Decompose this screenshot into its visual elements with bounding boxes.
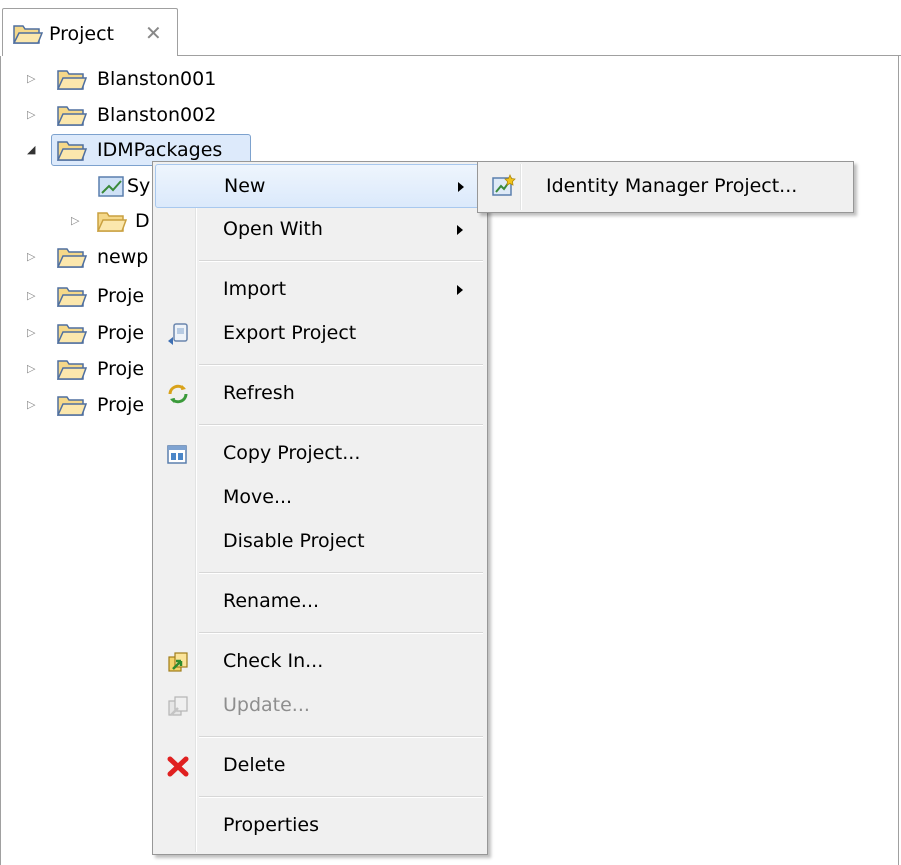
menu-separator xyxy=(199,572,483,574)
system-icon xyxy=(98,176,124,197)
folder-icon xyxy=(57,106,87,126)
tree-item-label: Proje xyxy=(97,358,145,380)
export-icon xyxy=(168,323,188,345)
close-icon[interactable]: ✕ xyxy=(145,21,162,45)
menu-item-label: Open With xyxy=(223,218,323,240)
menu-separator xyxy=(199,424,483,426)
menu-item-refresh[interactable]: Refresh xyxy=(155,372,485,416)
new-submenu: Identity Manager Project... xyxy=(477,161,854,213)
tree-item-label: Proje xyxy=(97,394,145,416)
delete-icon xyxy=(167,756,189,777)
expand-icon[interactable]: ▷ xyxy=(27,362,41,376)
tree-item-label: D xyxy=(135,210,150,232)
tree-item-label: newp xyxy=(97,246,149,268)
menu-item-update[interactable]: Update... xyxy=(155,684,485,728)
expand-icon[interactable]: ▷ xyxy=(27,326,41,340)
menu-separator xyxy=(199,736,483,738)
view-tab-bar: Project ✕ xyxy=(0,0,901,56)
tree-item-label: Proje xyxy=(97,322,145,344)
folder-icon xyxy=(57,248,87,268)
menu-item-move[interactable]: Move... xyxy=(155,476,485,520)
menu-separator xyxy=(199,632,483,634)
menu-separator xyxy=(199,796,483,798)
tree-item-label: Proje xyxy=(97,285,145,307)
tree-item-blanston002[interactable]: ▷ Blanston002 xyxy=(1,99,401,133)
menu-item-rename[interactable]: Rename... xyxy=(155,580,485,624)
menu-item-label: Delete xyxy=(223,754,286,776)
tree-item-label: Blanston001 xyxy=(97,68,217,90)
menu-item-label: Rename... xyxy=(223,590,320,612)
tree-item-label: IDMPackages xyxy=(97,139,223,161)
context-menu: New Open With Import Export Project Refr… xyxy=(152,161,488,855)
menu-item-label: Identity Manager Project... xyxy=(546,175,798,197)
menu-item-identity-manager-project[interactable]: Identity Manager Project... xyxy=(480,164,851,210)
menu-item-new[interactable]: New xyxy=(155,164,485,208)
menu-item-label: New xyxy=(224,175,266,197)
folder-icon xyxy=(57,396,87,416)
folder-icon xyxy=(57,70,87,90)
folder-icon xyxy=(97,212,127,232)
identity-manager-project-icon xyxy=(492,173,516,196)
menu-item-label: Copy Project... xyxy=(223,442,361,464)
tree-item-label: Blanston002 xyxy=(97,104,217,126)
menu-item-open-with[interactable]: Open With xyxy=(155,208,485,252)
menu-item-disable-project[interactable]: Disable Project xyxy=(155,520,485,564)
folder-icon xyxy=(57,287,87,307)
tab-title: Project xyxy=(49,23,115,45)
menu-item-label: Export Project xyxy=(223,322,357,344)
menu-item-delete[interactable]: Delete xyxy=(155,744,485,788)
project-view-tab[interactable]: Project ✕ xyxy=(2,8,178,56)
expand-icon[interactable]: ▷ xyxy=(27,108,41,122)
update-icon xyxy=(168,696,188,716)
menu-item-properties[interactable]: Properties xyxy=(155,804,485,848)
menu-item-label: Check In... xyxy=(223,650,324,672)
menu-item-label: Move... xyxy=(223,486,293,508)
expand-icon[interactable]: ▷ xyxy=(27,289,41,303)
submenu-arrow-icon xyxy=(457,285,463,295)
menu-item-export-project[interactable]: Export Project xyxy=(155,312,485,356)
menu-item-import[interactable]: Import xyxy=(155,268,485,312)
menu-item-label: Import xyxy=(223,278,287,300)
expand-icon[interactable]: ▷ xyxy=(27,250,41,264)
menu-item-label: Update... xyxy=(223,694,310,716)
folder-icon xyxy=(13,25,43,44)
submenu-arrow-icon xyxy=(458,182,464,192)
expand-icon[interactable]: ▷ xyxy=(27,72,41,86)
menu-item-copy-project[interactable]: Copy Project... xyxy=(155,432,485,476)
tree-item-blanston001[interactable]: ▷ Blanston001 xyxy=(1,63,401,97)
collapse-icon[interactable]: ◢ xyxy=(27,143,41,157)
folder-icon xyxy=(57,324,87,344)
folder-icon xyxy=(57,141,87,161)
menu-item-check-in[interactable]: Check In... xyxy=(155,640,485,684)
folder-icon xyxy=(57,360,87,380)
menu-separator xyxy=(199,364,483,366)
copy-project-icon xyxy=(167,445,187,464)
submenu-arrow-icon xyxy=(457,225,463,235)
expand-icon[interactable]: ▷ xyxy=(71,214,85,228)
expand-icon[interactable]: ▷ xyxy=(27,398,41,412)
menu-separator xyxy=(199,260,483,262)
refresh-icon xyxy=(168,384,188,404)
menu-item-label: Refresh xyxy=(223,382,295,404)
tree-item-label: Sy xyxy=(127,175,151,197)
check-in-icon xyxy=(168,652,188,672)
menu-item-label: Properties xyxy=(223,814,320,836)
menu-item-label: Disable Project xyxy=(223,530,365,552)
